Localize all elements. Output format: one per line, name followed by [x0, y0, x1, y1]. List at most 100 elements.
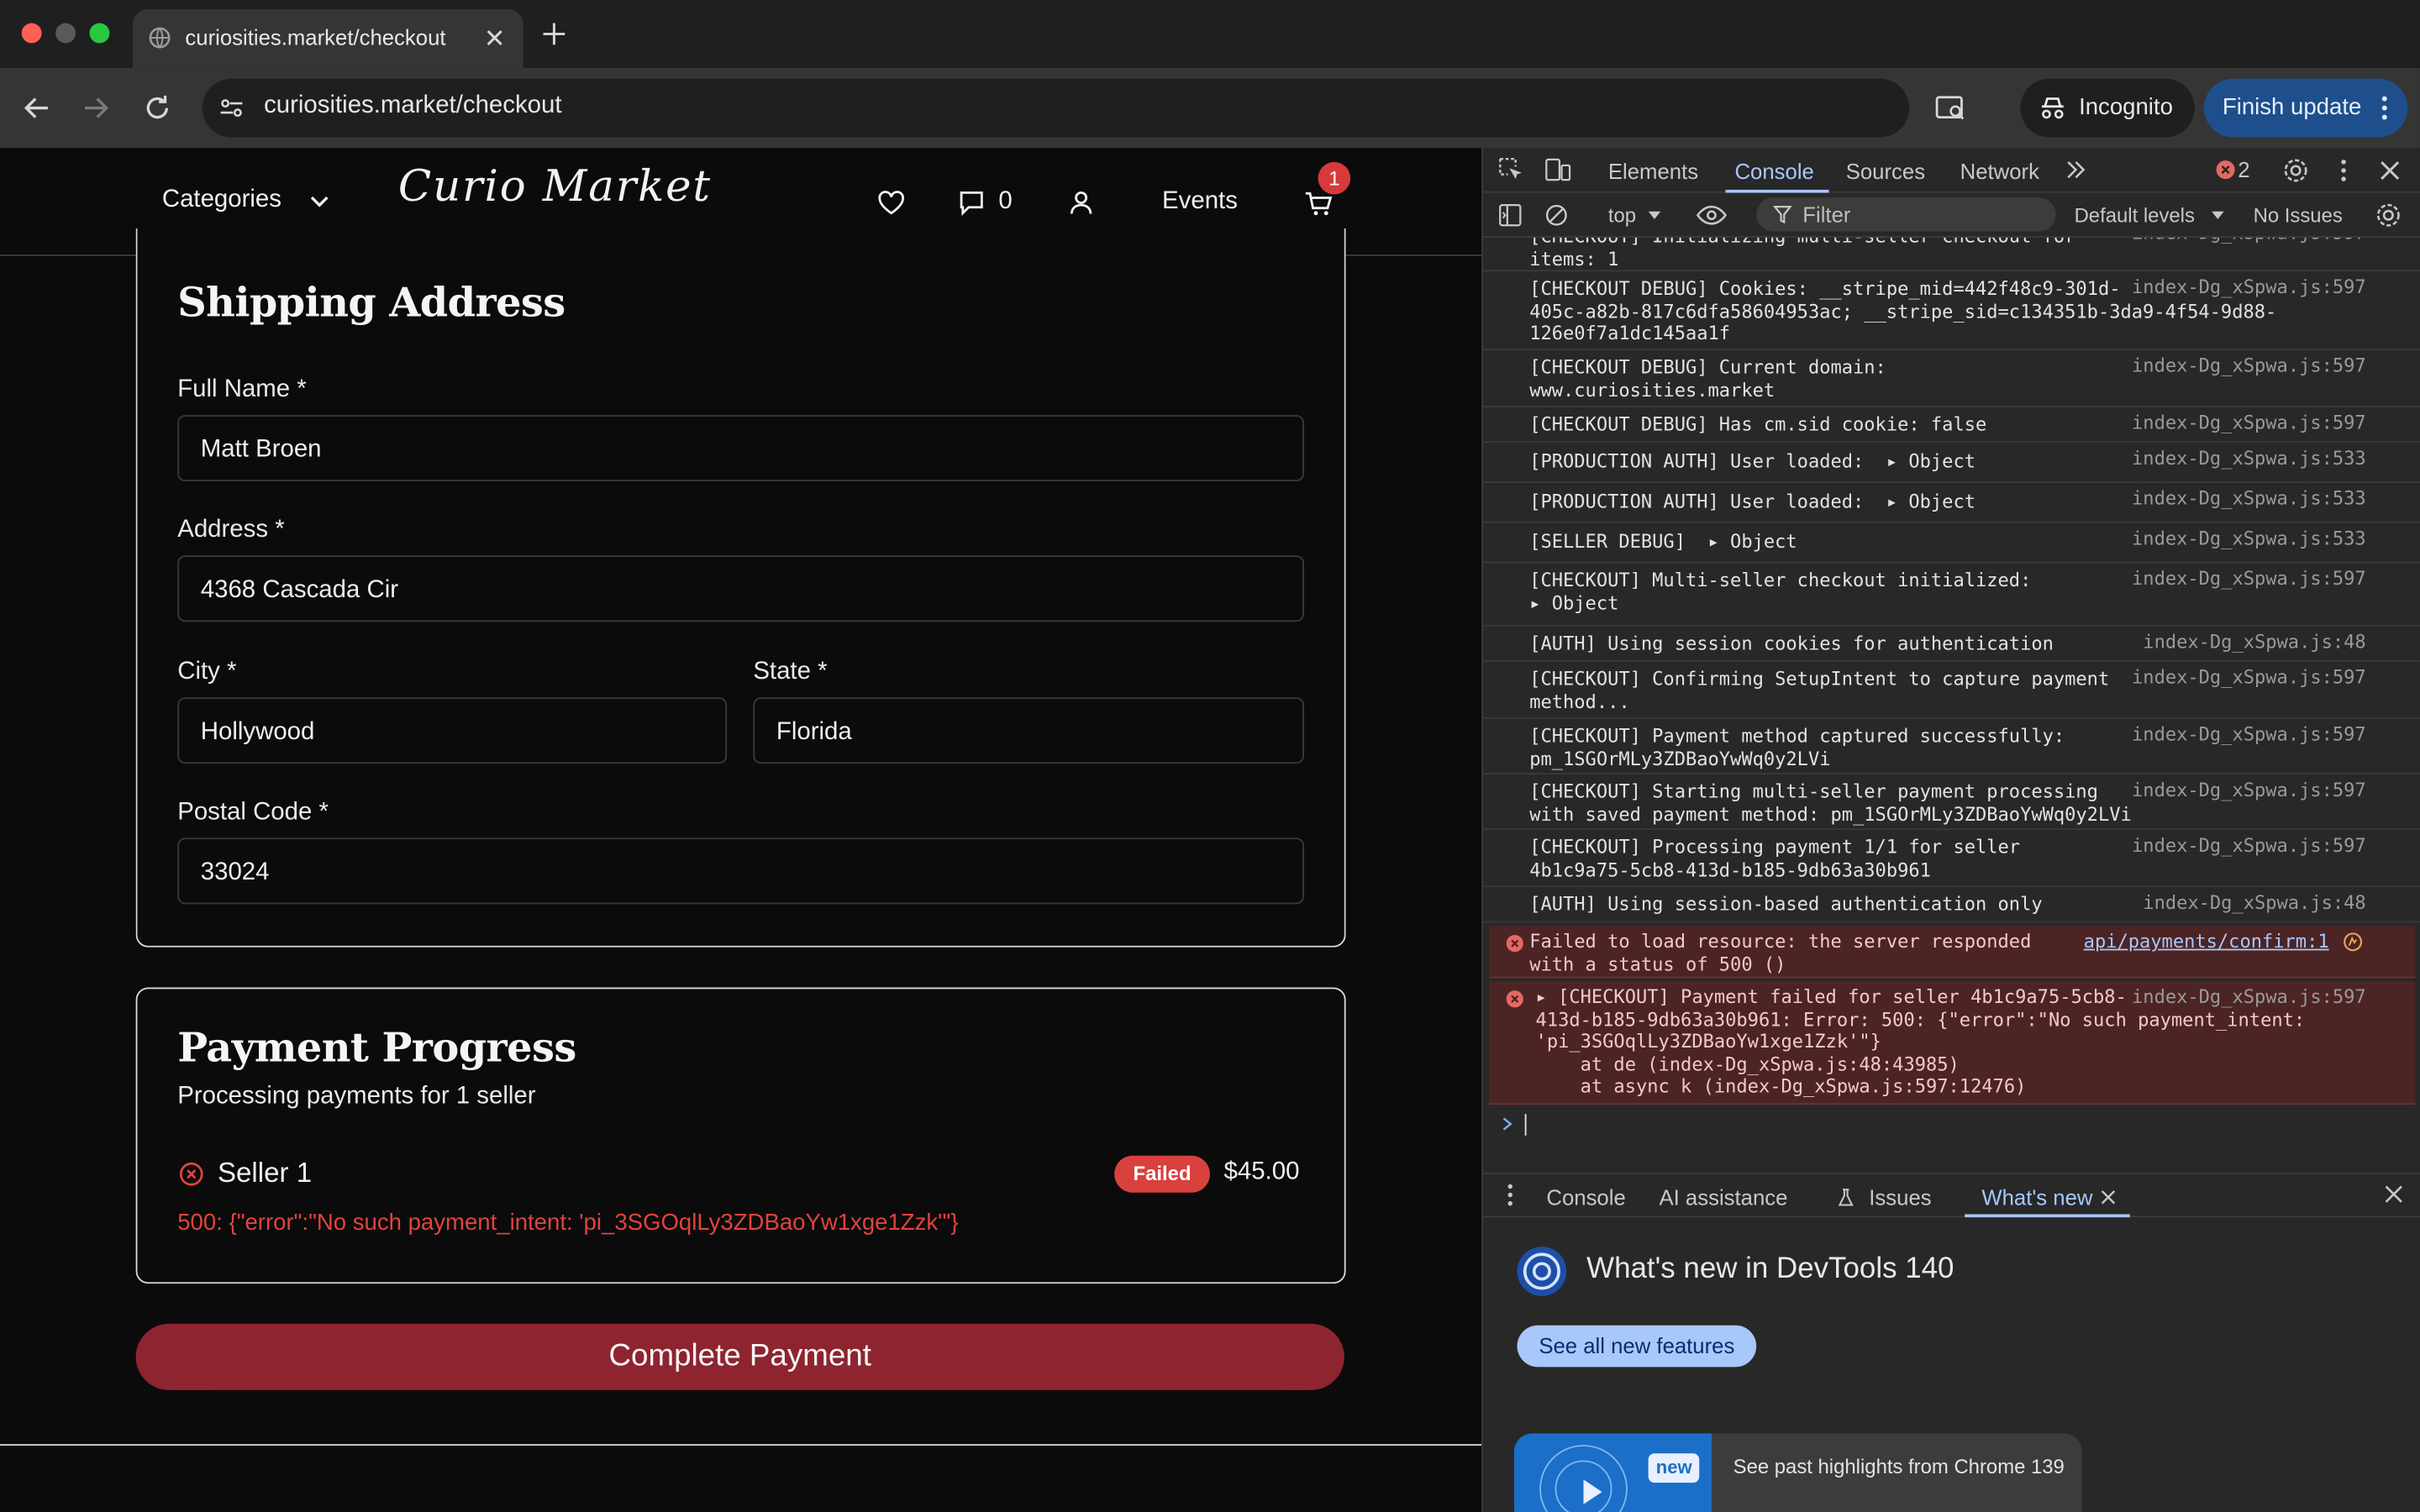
- url-text: curiosities.market/checkout: [264, 92, 562, 119]
- sidebar-toggle-icon[interactable]: [1498, 203, 1522, 227]
- console-error-row: Failed to load resource: the server resp…: [1489, 926, 2416, 979]
- categories-dropdown[interactable]: Categories: [162, 186, 347, 220]
- browser-window: curiosities.market/checkout curiosities.…: [0, 0, 2420, 1512]
- devtools-tabbar: Elements Console Sources Network 2: [1483, 148, 2420, 193]
- new-tab-icon[interactable]: [542, 22, 566, 46]
- log-source-link[interactable]: index-Dg_xSpwa.js:597: [2132, 568, 2366, 591]
- incognito-button[interactable]: Incognito: [2020, 78, 2195, 138]
- seller-name: Seller 1: [217, 1157, 313, 1189]
- web-page: Categories Curio Market 0 Events 1 Shipp…: [0, 148, 1482, 1512]
- log-message: [CHECKOUT] Confirming SetupIntent to cap…: [1529, 668, 2110, 712]
- log-message: [SELLER DEBUG] ▸ Object: [1529, 530, 1797, 553]
- close-whats-new-icon[interactable]: [2101, 1189, 2116, 1205]
- heart-icon[interactable]: [876, 190, 906, 216]
- log-source-link[interactable]: index-Dg_xSpwa.js:597: [2132, 666, 2366, 689]
- log-source-link[interactable]: index-Dg_xSpwa.js:597: [2132, 780, 2366, 802]
- tab-elements[interactable]: Elements: [1608, 159, 1698, 183]
- complete-payment-button[interactable]: Complete Payment: [135, 1323, 1344, 1390]
- tab-network[interactable]: Network: [1960, 159, 2039, 183]
- incognito-icon: [2041, 97, 2064, 119]
- site-info-icon[interactable]: [219, 96, 244, 120]
- finish-update-button[interactable]: Finish update: [2203, 78, 2408, 138]
- drawer-tab-issues[interactable]: Issues: [1869, 1185, 1931, 1210]
- log-message: [CHECKOUT] Starting multi-seller payment…: [1529, 780, 2132, 825]
- network-request-icon[interactable]: [2343, 932, 2363, 952]
- drawer-tab-console[interactable]: Console: [1546, 1185, 1625, 1210]
- tab-console[interactable]: Console: [1734, 159, 1813, 183]
- finish-update-label: Finish update: [2222, 94, 2362, 121]
- console-log-row: [CHECKOUT] Processing payment 1/1 for se…: [1483, 830, 2420, 888]
- log-source-link[interactable]: index-Dg_xSpwa.js:597: [2132, 723, 2366, 746]
- close-tab-icon[interactable]: [485, 28, 505, 48]
- payment-progress-card: Payment Progress Processing payments for…: [135, 987, 1346, 1284]
- tab-sources[interactable]: Sources: [1846, 159, 1925, 183]
- log-message: [AUTH] Using session-based authenticatio…: [1529, 893, 2043, 916]
- console-filter-input[interactable]: Filter: [1756, 197, 2056, 232]
- console-settings-icon[interactable]: [2375, 202, 2402, 228]
- error-count[interactable]: 2: [2238, 157, 2249, 181]
- drawer-tab-whats-new[interactable]: What's new: [1981, 1185, 2092, 1210]
- full-name-label: Full Name *: [177, 376, 307, 403]
- highlight-card[interactable]: new See past highlights from Chrome 139: [1513, 1433, 2082, 1512]
- messages-icon[interactable]: [959, 190, 985, 217]
- close-drawer-icon[interactable]: [2385, 1185, 2403, 1204]
- log-source-link[interactable]: index-Dg_xSpwa.js:48: [2143, 631, 2365, 654]
- tab-search-icon[interactable]: [1935, 94, 1966, 122]
- state-field[interactable]: Florida: [753, 697, 1305, 764]
- close-devtools-icon[interactable]: [2380, 160, 2400, 181]
- drawer-menu-icon[interactable]: [1507, 1184, 1514, 1207]
- drawer-tab-ai-assistance[interactable]: AI assistance: [1659, 1185, 1787, 1210]
- more-tabs-icon[interactable]: [2065, 160, 2087, 179]
- more-vert-icon[interactable]: [2339, 159, 2347, 182]
- events-link[interactable]: Events: [1162, 188, 1238, 216]
- log-source-link[interactable]: index-Dg_xSpwa.js:597: [2132, 354, 2366, 377]
- address-field[interactable]: 4368 Cascada Cir: [177, 555, 1305, 622]
- address-bar[interactable]: curiosities.market/checkout: [202, 78, 1910, 138]
- devtools-panel: Elements Console Sources Network 2 top F…: [1481, 148, 2420, 1512]
- drawer-active-indicator: [1965, 1214, 2130, 1218]
- shipping-address-card: Shipping Address Full Name * Matt Broen …: [135, 228, 1346, 948]
- full-name-field[interactable]: Matt Broen: [177, 415, 1305, 482]
- log-source-link[interactable]: index-Dg_xSpwa.js:533: [2132, 487, 2366, 510]
- back-icon[interactable]: [24, 94, 51, 122]
- log-source-link[interactable]: index-Dg_xSpwa.js:533: [2132, 448, 2366, 470]
- postal-code-field[interactable]: 33024: [177, 837, 1305, 905]
- log-message: [AUTH] Using session cookies for authent…: [1529, 633, 2054, 654]
- error-count-icon[interactable]: [2216, 160, 2235, 180]
- city-field[interactable]: Hollywood: [177, 697, 728, 764]
- log-message: [CHECKOUT DEBUG] Has cm.sid cookie: fals…: [1529, 413, 1987, 435]
- log-source-link[interactable]: index-Dg_xSpwa.js:597: [2132, 412, 2366, 434]
- console-log-row: [CHECKOUT] Confirming SetupIntent to cap…: [1483, 662, 2420, 719]
- error-source-link[interactable]: index-Dg_xSpwa.js:597: [2132, 986, 2366, 1009]
- context-selector[interactable]: top: [1608, 203, 1636, 227]
- context-dropdown-icon: [1648, 211, 1661, 219]
- log-source-link[interactable]: index-Dg_xSpwa.js:597: [2132, 276, 2366, 299]
- see-all-features-button[interactable]: See all new features: [1517, 1325, 1757, 1368]
- site-logo[interactable]: Curio Market: [398, 160, 712, 212]
- console-input-caret[interactable]: [1524, 1114, 1527, 1136]
- log-source-link[interactable]: index-Dg_xSpwa.js:533: [2132, 528, 2366, 550]
- settings-gear-icon[interactable]: [2283, 157, 2309, 183]
- browser-tab[interactable]: curiosities.market/checkout: [132, 9, 523, 68]
- log-source-link[interactable]: index-Dg_xSpwa.js:597: [2132, 238, 2366, 244]
- log-source-link[interactable]: index-Dg_xSpwa.js:597: [2132, 835, 2366, 858]
- minimize-window-button[interactable]: [55, 23, 76, 44]
- forward-icon[interactable]: [82, 94, 109, 122]
- reload-icon[interactable]: [144, 94, 171, 122]
- filter-icon: [1773, 206, 1792, 224]
- error-source-link[interactable]: api/payments/confirm:1: [2084, 931, 2329, 953]
- inspect-element-icon[interactable]: [1498, 157, 1523, 181]
- clear-console-icon[interactable]: [1545, 203, 1569, 227]
- cart-icon[interactable]: [1304, 190, 1334, 218]
- log-source-link[interactable]: index-Dg_xSpwa.js:48: [2143, 892, 2365, 915]
- issues-count[interactable]: No Issues: [2254, 203, 2343, 227]
- address-label: Address *: [177, 517, 285, 543]
- new-badge: new: [1648, 1453, 1700, 1483]
- live-expression-eye-icon[interactable]: [1696, 205, 1728, 225]
- close-window-button[interactable]: [21, 23, 42, 44]
- console-log-row: [SELLER DEBUG] ▸ Object index-Dg_xSpwa.js…: [1483, 523, 2420, 564]
- device-toolbar-icon[interactable]: [1545, 157, 1571, 181]
- user-icon[interactable]: [1068, 188, 1094, 216]
- maximize-window-button[interactable]: [89, 23, 110, 44]
- log-levels-dropdown[interactable]: Default levels: [2075, 203, 2195, 227]
